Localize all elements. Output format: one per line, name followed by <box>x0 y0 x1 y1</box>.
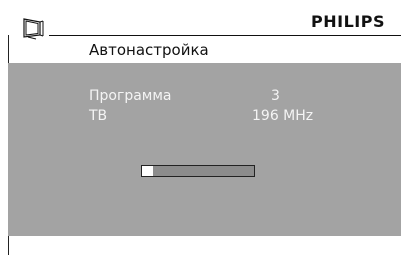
side-divider <box>8 35 9 63</box>
bottom-bar <box>8 236 401 255</box>
frequency-value: 196 MHz <box>252 108 314 124</box>
tv-icon <box>22 16 44 40</box>
program-value: 3 <box>271 88 280 104</box>
menu-panel: Программа 3 ТВ 196 MHz <box>8 63 401 236</box>
progress-bar <box>141 165 255 177</box>
page-title: Автонастройка <box>89 41 209 59</box>
progress-fill <box>142 166 154 176</box>
program-label: Программа <box>89 88 172 104</box>
tv-label: ТВ <box>89 108 108 124</box>
brand-logo: PHILIPS <box>311 12 385 31</box>
title-divider <box>49 35 401 36</box>
